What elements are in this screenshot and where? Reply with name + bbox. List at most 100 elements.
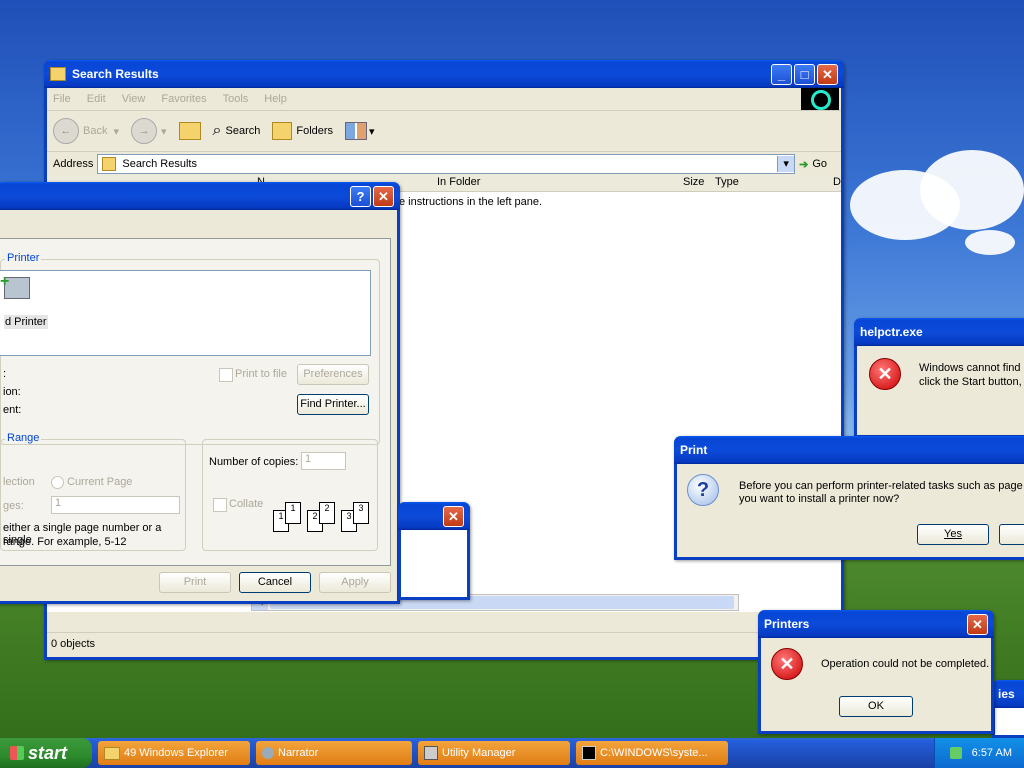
folders-button[interactable]: Folders <box>272 122 333 140</box>
selection-label: lection <box>3 476 35 488</box>
menu-edit[interactable]: Edit <box>87 93 106 105</box>
chevron-down-icon[interactable]: ▾ <box>161 125 167 138</box>
up-folder-icon <box>178 122 201 140</box>
clock[interactable]: 6:57 AM <box>972 747 1012 759</box>
printer-group-label: Printer <box>5 252 42 264</box>
comment-label: ent: <box>3 404 22 416</box>
taskbar-item-narrator[interactable]: Narrator <box>256 741 412 765</box>
find-printer-button[interactable]: Find Printer... <box>297 394 369 415</box>
go-button[interactable]: Go <box>812 158 827 170</box>
maximize-button[interactable]: □ <box>794 63 815 85</box>
views-button[interactable]: ▾ <box>345 122 375 140</box>
print-prompt-title: Print <box>680 443 708 457</box>
no-button[interactable] <box>999 524 1024 545</box>
collate-label: Collate <box>229 498 264 510</box>
cancel-button[interactable]: Cancel <box>239 572 311 593</box>
print-button[interactable]: Print <box>159 572 231 593</box>
taskbar-item-utility-manager[interactable]: Utility Manager <box>418 741 570 765</box>
column-size[interactable]: Size <box>683 176 704 188</box>
cloud <box>965 230 1015 255</box>
help-button[interactable]: ? <box>350 185 371 207</box>
yes-button[interactable]: Yes <box>917 524 989 545</box>
print-to-file-checkbox[interactable] <box>219 368 233 382</box>
small-untitled-window: ✕ <box>398 502 470 600</box>
helpctr-message-line2: click the Start button, a <box>919 376 1024 388</box>
status-bar: 0 objects <box>47 632 841 655</box>
range-hint-line2: range. For example, 5-12 <box>3 536 127 548</box>
print-dialog: ? ✕ Printer + d Printer : ion: ent: Prin… <box>0 182 400 604</box>
start-button[interactable]: start <box>0 738 92 768</box>
taskbar-item-label: 49 Windows Explorer <box>124 747 228 759</box>
search-button[interactable]: ⌕ Search <box>213 122 261 140</box>
column-date[interactable]: D <box>833 176 841 188</box>
minimize-button[interactable]: _ <box>771 63 792 85</box>
error-icon: ✕ <box>869 358 901 390</box>
folder-search-icon <box>50 67 66 81</box>
helpctr-error-dialog: helpctr.exe ✕ Windows cannot find ' clic… <box>854 318 1024 438</box>
folders-icon <box>272 122 293 140</box>
window-title: Search Results <box>72 67 159 81</box>
pages-input[interactable]: 1 <box>51 496 180 514</box>
taskbar-item-label: Utility Manager <box>442 747 516 759</box>
question-icon: ? <box>687 474 719 506</box>
taskbar-item-cmd[interactable]: C:\WINDOWS\syste... <box>576 741 728 765</box>
general-tab-panel: Printer + d Printer : ion: ent: Print to… <box>0 238 391 566</box>
collate-checkbox[interactable] <box>213 498 227 512</box>
current-page-label: Current Page <box>67 476 133 488</box>
print-dialog-titlebar: ? ✕ <box>0 182 400 210</box>
menu-file[interactable]: File <box>53 93 71 105</box>
printers-title: Printers <box>764 617 810 631</box>
apply-button[interactable]: Apply <box>319 572 391 593</box>
back-button[interactable]: ← Back ▾ <box>53 118 119 144</box>
helpctr-message-line1: Windows cannot find ' <box>919 362 1024 374</box>
cloud <box>920 150 1024 230</box>
utility-manager-icon <box>424 746 438 760</box>
column-type[interactable]: Type <box>715 176 739 188</box>
ok-button[interactable]: OK <box>839 696 913 717</box>
menu-bar: File Edit View Favorites Tools Help <box>47 88 841 111</box>
forward-button[interactable]: → ▾ <box>131 118 167 144</box>
close-button[interactable]: ✕ <box>967 613 988 635</box>
network-icon[interactable] <box>949 747 962 759</box>
standard-toolbar: ← Back ▾ → ▾ ⌕ Search Folders ▾ <box>47 111 841 152</box>
close-button[interactable]: ✕ <box>373 185 394 207</box>
printers-message: Operation could not be completed. <box>821 658 990 670</box>
command-prompt-icon <box>582 746 596 760</box>
up-folder-button[interactable] <box>178 122 201 140</box>
menu-help[interactable]: Help <box>264 93 287 105</box>
menu-tools[interactable]: Tools <box>223 93 249 105</box>
helpctr-titlebar: helpctr.exe <box>854 318 1024 346</box>
close-button[interactable]: ✕ <box>817 63 838 85</box>
start-label: start <box>28 742 68 763</box>
explorer-titlebar: Search Results _ □ ✕ <box>44 60 844 88</box>
system-tray: 6:57 AM <box>934 738 1024 768</box>
folders-label: Folders <box>296 125 334 137</box>
print-prompt-dialog: Print ? Before you can perform printer-r… <box>674 436 1024 560</box>
printer-list[interactable]: + d Printer <box>0 270 371 356</box>
close-button[interactable]: ✕ <box>443 505 464 527</box>
page-range-group: Range lection Current Page ges: 1 either… <box>0 432 186 551</box>
taskbar-item-explorer[interactable]: 49 Windows Explorer <box>98 741 250 765</box>
small-window-titlebar: ✕ <box>398 502 470 530</box>
chevron-down-icon: ▾ <box>369 125 375 138</box>
preferences-button[interactable]: Preferences <box>297 364 369 385</box>
address-input[interactable]: Search Results ▾ <box>97 154 796 174</box>
chevron-down-icon[interactable]: ▾ <box>113 125 119 138</box>
search-folder-icon <box>102 157 117 171</box>
background-window-title: ies <box>998 687 1015 701</box>
current-page-radio[interactable] <box>51 476 64 489</box>
search-icon: ⌕ <box>212 122 222 139</box>
menu-favorites[interactable]: Favorites <box>161 93 206 105</box>
add-printer-label[interactable]: d Printer <box>4 315 48 329</box>
error-icon: ✕ <box>771 648 803 680</box>
printers-titlebar: Printers ✕ <box>758 610 994 638</box>
menu-view[interactable]: View <box>122 93 146 105</box>
taskbar: start 49 Windows Explorer Narrator Utili… <box>0 738 1024 768</box>
collate-pages-icon: 1 1 2 2 3 3 <box>273 502 369 532</box>
helpctr-title: helpctr.exe <box>860 325 923 339</box>
address-dropdown-button[interactable]: ▾ <box>777 156 795 172</box>
copies-spinner[interactable]: 1 <box>301 452 346 470</box>
folder-icon <box>104 746 120 760</box>
column-in-folder[interactable]: In Folder <box>437 176 480 188</box>
go-arrow-icon[interactable]: ➔ <box>799 158 808 171</box>
